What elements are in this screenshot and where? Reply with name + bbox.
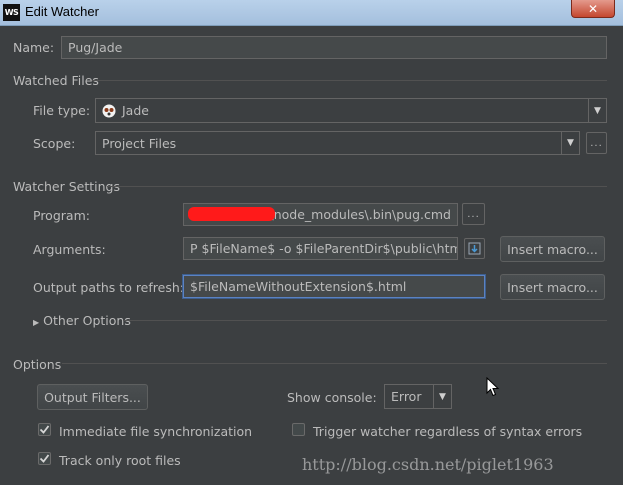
triangle-right-icon: ▶ (33, 318, 40, 327)
chevron-down-icon: ▼ (588, 99, 606, 122)
track-root-checkbox[interactable] (38, 452, 51, 465)
scope-label: Scope: (33, 136, 76, 151)
name-label: Name: (13, 40, 55, 55)
track-root-label: Track only root files (59, 453, 181, 468)
chevron-down-icon: ▼ (561, 132, 579, 154)
close-button[interactable]: ✕ (571, 0, 615, 18)
file-type-label: File type: (33, 103, 91, 118)
trigger-watcher-checkbox[interactable] (292, 423, 305, 436)
file-type-select[interactable]: Jade ▼ (95, 98, 607, 123)
checkmark-icon (39, 425, 50, 434)
expand-editor-icon[interactable] (464, 238, 485, 259)
immediate-sync-checkbox[interactable] (38, 423, 51, 436)
immediate-sync-label: Immediate file synchronization (59, 424, 253, 439)
section-divider (107, 186, 607, 187)
title-bar: WS Edit Watcher ✕ (0, 0, 623, 26)
section-divider (92, 80, 607, 81)
output-filters-button[interactable]: Output Filters... (37, 384, 148, 410)
section-divider (62, 363, 607, 364)
arguments-label: Arguments: (33, 242, 106, 257)
trigger-watcher-label: Trigger watcher regardless of syntax err… (313, 424, 583, 439)
scope-select[interactable]: Project Files ▼ (95, 131, 580, 155)
output-paths-input[interactable]: $FileNameWithoutExtension$.html (183, 275, 485, 298)
program-label: Program: (33, 208, 90, 223)
options-section: Options (13, 357, 62, 372)
insert-macro-arguments-button[interactable]: Insert macro... (500, 236, 605, 262)
other-options-label: Other Options (43, 313, 131, 328)
section-divider (123, 320, 607, 321)
chevron-down-icon: ▼ (433, 385, 451, 408)
file-type-value: Jade (122, 103, 149, 118)
checkmark-icon (39, 454, 50, 463)
mouse-cursor-icon (486, 376, 500, 400)
jade-icon (102, 104, 116, 118)
redaction-mark (188, 207, 275, 221)
program-browse-button[interactable]: ... (462, 203, 485, 225)
program-value: \node_modules\.bin\pug.cmd (269, 207, 452, 222)
window-title: Edit Watcher (25, 4, 99, 19)
show-console-label: Show console: (287, 390, 377, 405)
show-console-select[interactable]: Error ▼ (384, 384, 452, 409)
arguments-input[interactable]: P $FileName$ -o $FileParentDir$\public\h… (183, 237, 458, 260)
show-console-value: Error (391, 389, 422, 404)
scope-value: Project Files (102, 135, 177, 151)
other-options-toggle[interactable]: ▶ Other Options (33, 313, 131, 328)
app-icon: WS (3, 4, 20, 21)
output-paths-label: Output paths to refresh: (33, 280, 184, 295)
watched-files-section: Watched Files (13, 73, 99, 88)
watermark: http://blog.csdn.net/piglet1963 (302, 455, 554, 474)
insert-macro-output-button[interactable]: Insert macro... (500, 274, 605, 300)
name-input[interactable]: Pug/Jade (61, 36, 607, 59)
scope-browse-button[interactable]: ... (586, 132, 607, 154)
watcher-settings-section: Watcher Settings (13, 179, 120, 194)
